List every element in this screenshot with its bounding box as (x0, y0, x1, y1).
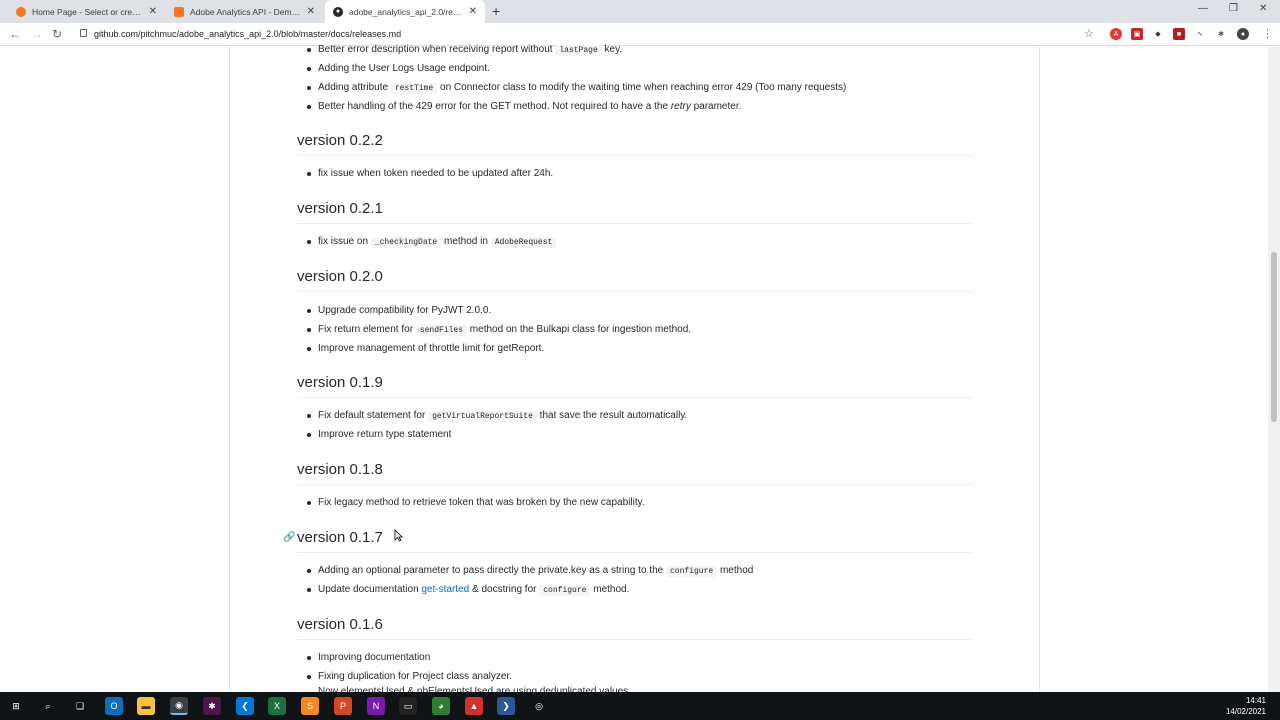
list-item: Better error description when receiving … (306, 44, 623, 56)
restore-icon[interactable]: ❐ (1229, 3, 1238, 14)
search-icon[interactable]: ⌕ (39, 697, 57, 715)
jupyter-icon (174, 6, 184, 17)
extension-icon[interactable]: ◆ (1152, 28, 1164, 40)
puzzle-extensions-icon[interactable]: ✱ (1215, 28, 1227, 40)
list-item: Fix default statement for getVirtualRepo… (306, 410, 688, 422)
onenote-icon[interactable]: N (367, 697, 385, 715)
adblock-extension-icon[interactable]: A (1110, 28, 1122, 40)
terminal-icon[interactable]: ▭ (399, 697, 417, 715)
version-heading: version 0.1.6 (297, 616, 973, 640)
version-heading: version 0.2.2 (297, 132, 973, 156)
page-scrollbar[interactable] (1268, 47, 1280, 692)
list-item: Improve management of throttle limit for… (306, 343, 545, 354)
get-started-link[interactable]: get-started (421, 584, 469, 595)
minimize-icon[interactable]: — (1198, 3, 1208, 14)
github-icon: ● (333, 6, 343, 17)
extension-icon[interactable]: ▣ (1131, 28, 1143, 40)
vscode-icon[interactable]: ❮ (236, 697, 254, 715)
file-explorer-icon[interactable]: ▬ (137, 697, 155, 715)
back-icon[interactable]: ← (9, 27, 21, 41)
list-item: Adding the User Logs Usage endpoint. (307, 63, 490, 74)
clock-time: 14:41 (1245, 696, 1266, 705)
browser-tab[interactable]: Home Page - Select or create a n ✕ (8, 0, 165, 23)
menu-kebab-icon[interactable]: ⋮ (1262, 27, 1273, 40)
clock-date: 14/02/2021 (1225, 707, 1266, 716)
extension-icon[interactable]: ■ (1173, 28, 1185, 40)
excel-icon[interactable]: X (268, 697, 286, 715)
address-bar: ← → ↻ github.com/pitchmuc/adobe_analytic… (0, 23, 1280, 46)
link-anchor-icon[interactable]: 🔗 (283, 532, 295, 543)
close-tab-icon[interactable]: ✕ (149, 6, 157, 17)
bookmark-star-icon[interactable]: ☆ (1084, 27, 1094, 40)
list-item: Fix legacy method to retrieve token that… (307, 497, 645, 508)
close-tab-icon[interactable]: ✕ (307, 6, 315, 17)
lock-icon (80, 29, 87, 37)
version-heading: version 0.2.0 (297, 268, 973, 292)
powerpoint-icon[interactable]: P (334, 697, 352, 715)
forward-icon[interactable]: → (31, 27, 43, 41)
slack-icon[interactable]: ✱ (203, 697, 221, 715)
powershell-icon[interactable]: ❯ (497, 697, 515, 715)
tab-title: adobe_analytics_api_2.0/release (349, 6, 463, 17)
version-heading: version 0.1.9 (297, 374, 973, 398)
reload-icon[interactable]: ↻ (52, 27, 62, 41)
windows-taskbar: ⊞ ⌕ ❑ O ▬ ◉ ✱ ❮ X S P N ▭ ◕ ▲ ❯ ◎ 14:41 … (0, 692, 1280, 720)
jupyter-icon (16, 6, 26, 17)
heading-text: version 0.1.7 (297, 529, 383, 546)
list-item: Upgrade compatibility for PyJWT 2.0.0. (306, 305, 492, 316)
list-item: Improving documentation (306, 652, 431, 663)
tab-title: Adobe Analytics API - Demo - Ju (190, 6, 301, 17)
scrollbar-thumb[interactable] (1271, 252, 1277, 422)
list-item: Fixing duplication for Project class ana… (307, 671, 512, 682)
close-tab-icon[interactable]: ✕ (469, 6, 477, 17)
list-item: Better handling of the 429 error for the… (306, 101, 742, 112)
list-item: fix issue when token needed to be update… (306, 168, 554, 179)
acrobat-icon[interactable]: ▲ (465, 697, 483, 715)
url-field[interactable]: github.com/pitchmuc/adobe_analytics_api_… (94, 29, 401, 39)
new-tab-button[interactable]: + (492, 3, 500, 19)
list-item: Adding attribute restTime on Connector c… (306, 82, 847, 94)
sublime-icon[interactable]: S (301, 697, 319, 715)
chrome-icon[interactable]: ◉ (170, 697, 188, 715)
app-icon[interactable]: ◕ (432, 697, 450, 715)
extension-icon[interactable]: ∿ (1194, 28, 1206, 40)
browser-tab-active[interactable]: ● adobe_analytics_api_2.0/release ✕ (325, 0, 485, 23)
list-item: Improve return type statement (306, 429, 452, 440)
profile-avatar[interactable]: ● (1237, 28, 1249, 40)
list-item: fix issue on _checkingDate method in Ado… (306, 236, 557, 248)
list-item: Fix return element for sendFiles method … (306, 324, 692, 336)
task-view-icon[interactable]: ❑ (71, 697, 89, 715)
tab-bar: Home Page - Select or create a n ✕ Adobe… (0, 0, 1280, 23)
list-item: Update documentation get-started & docst… (306, 584, 630, 596)
list-item: Adding an optional parameter to pass dir… (306, 565, 754, 577)
windows-start-icon[interactable]: ⊞ (7, 697, 25, 715)
mouse-cursor-icon (394, 529, 403, 542)
system-clock[interactable]: 14:41 14/02/2021 (1226, 695, 1266, 717)
outlook-icon[interactable]: O (105, 697, 123, 715)
tab-title: Home Page - Select or create a n (32, 6, 143, 17)
version-heading: version 0.2.1 (297, 200, 973, 224)
browser-tab[interactable]: Adobe Analytics API - Demo - Ju ✕ (166, 0, 323, 23)
app-icon[interactable]: ◎ (530, 697, 548, 715)
version-heading: version 0.1.8 (297, 461, 973, 485)
close-window-icon[interactable]: ✕ (1259, 3, 1267, 14)
